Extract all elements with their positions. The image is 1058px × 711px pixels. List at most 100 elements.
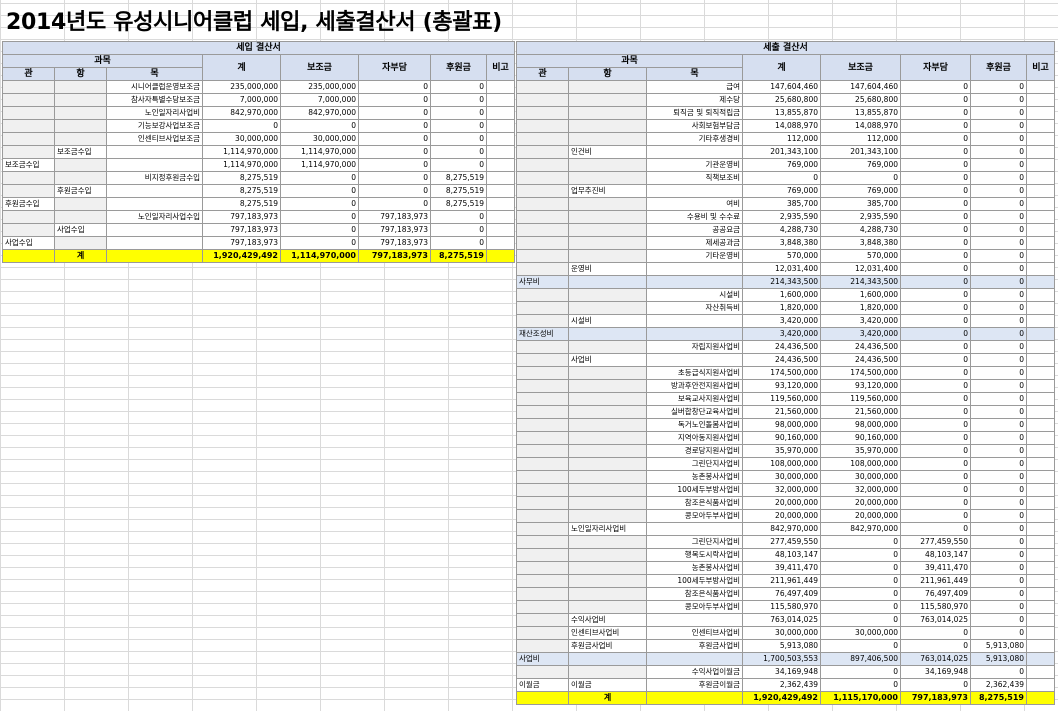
remark-cell [1025,431,1056,445]
total-cell: 108,000,000 [742,457,821,471]
hang-cell: 시설비 [568,314,647,328]
total-self: 797,183,973 [900,691,971,705]
self-cell: 0 [900,145,971,159]
subsidy-cell: 0 [820,171,901,185]
kwan-cell: 사업수입 [2,236,55,250]
subsidy-cell: 385,700 [820,197,901,211]
table-row: 농촌봉사사업비 30,000,000 30,000,000 0 0 [516,470,1056,484]
kwan-cell [516,197,569,211]
total-cell: 842,970,000 [742,522,821,536]
self-cell: 0 [900,249,971,263]
donation-cell: 5,913,080 [970,652,1027,666]
table-row: 독거노인돌봄사업비 98,000,000 98,000,000 0 0 [516,418,1056,432]
total-cell: 76,497,409 [742,587,821,601]
hang-cell [568,366,647,380]
remark-cell [1025,470,1056,484]
total-header: 계 [202,54,281,81]
total-cell: 385,700 [742,197,821,211]
subsidy-header: 보조금 [820,54,901,81]
remark-cell [1025,457,1056,471]
remark-cell [1025,665,1056,679]
subsidy-cell: 20,000,000 [820,509,901,523]
kwan-cell: 사무비 [516,275,569,289]
table-row: 노인일자리사업비 842,970,000 842,970,000 0 0 [516,522,1056,536]
remark-cell [485,171,516,185]
subsidy-cell: 2,935,590 [820,210,901,224]
hang-cell [568,418,647,432]
mok-cell: 급여 [646,80,743,94]
hang-cell [568,197,647,211]
remark-cell [1025,119,1056,133]
remark-cell [1025,600,1056,614]
donation-cell: 0 [970,548,1027,562]
self-cell: 0 [900,158,971,172]
kwan-cell: 보조금수입 [2,158,55,172]
hang-cell [568,210,647,224]
self-cell: 0 [900,626,971,640]
hang-cell [568,249,647,263]
hang-cell [568,496,647,510]
remark-cell [1025,561,1056,575]
total-cell: 147,604,460 [742,80,821,94]
table-row: 수익사업이월금 34,169,948 0 34,169,948 0 [516,665,1056,679]
donation-header: 후원금 [970,54,1027,81]
mok-header: 목 [646,67,743,81]
hang-cell: 보조금수입 [54,145,107,159]
total-cell: 1,114,970,000 [202,145,281,159]
remark-cell [485,236,516,250]
total-cell: 93,120,000 [742,379,821,393]
subsidy-cell: 25,680,800 [820,93,901,107]
subsidy-cell: 0 [280,197,359,211]
kwan-cell [516,340,569,354]
remark-cell [485,132,516,146]
mok-cell: 노인일자리사업비 [106,106,203,120]
donation-cell: 0 [970,535,1027,549]
remark-cell [1025,574,1056,588]
table-row: 사회보험부담금 14,088,970 14,088,970 0 0 [516,119,1056,133]
total-label: 계 [568,691,647,705]
donation-cell: 8,275,519 [430,171,487,185]
kwan-cell [516,535,569,549]
mok-cell [106,236,203,250]
total-cell: 7,000,000 [202,93,281,107]
hang-cell [54,210,107,224]
kwan-cell [516,106,569,120]
donation-cell: 0 [970,275,1027,289]
table-row: 인건비 201,343,100 201,343,100 0 0 [516,145,1056,159]
total-cell: 570,000 [742,249,821,263]
mok-cell: 여비 [646,197,743,211]
mok-cell: 직책보조비 [646,171,743,185]
subsidy-cell: 1,114,970,000 [280,158,359,172]
hang-cell [568,574,647,588]
self-cell: 48,103,147 [900,548,971,562]
self-cell: 0 [900,80,971,94]
donation-cell: 0 [970,418,1027,432]
kwan-header: 관 [2,67,55,81]
subsidy-cell: 1,114,970,000 [280,145,359,159]
donation-cell: 0 [970,210,1027,224]
donation-cell: 2,362,439 [970,678,1027,692]
kwan-cell [516,548,569,562]
hang-cell [568,301,647,315]
hang-cell [568,132,647,146]
kwan-cell [516,431,569,445]
total-cell: 24,436,500 [742,340,821,354]
table-row: 후원금수입 8,275,519 0 0 8,275,519 [2,184,516,198]
hang-cell [568,392,647,406]
total-cell: 8,275,519 [202,197,281,211]
total-cell: 13,855,870 [742,106,821,120]
table-row: 참조은식품사업비 76,497,409 0 76,497,409 0 [516,587,1056,601]
self-cell: 115,580,970 [900,600,971,614]
mok-cell: 참조은식품사업비 [646,587,743,601]
table-row: 운영비 12,031,400 12,031,400 0 0 [516,262,1056,276]
self-cell: 0 [900,262,971,276]
remark-cell [485,93,516,107]
revenue-rows: 시니어클럽운영보조금 235,000,000 235,000,000 0 0 참사자특별수… [2,80,516,250]
remark-cell [1025,275,1056,289]
self-cell: 0 [900,93,971,107]
total-cell: 24,436,500 [742,353,821,367]
total-subsidy: 1,114,970,000 [280,249,359,263]
total-cell: 1,820,000 [742,301,821,315]
donation-cell: 0 [970,483,1027,497]
self-cell: 0 [900,223,971,237]
